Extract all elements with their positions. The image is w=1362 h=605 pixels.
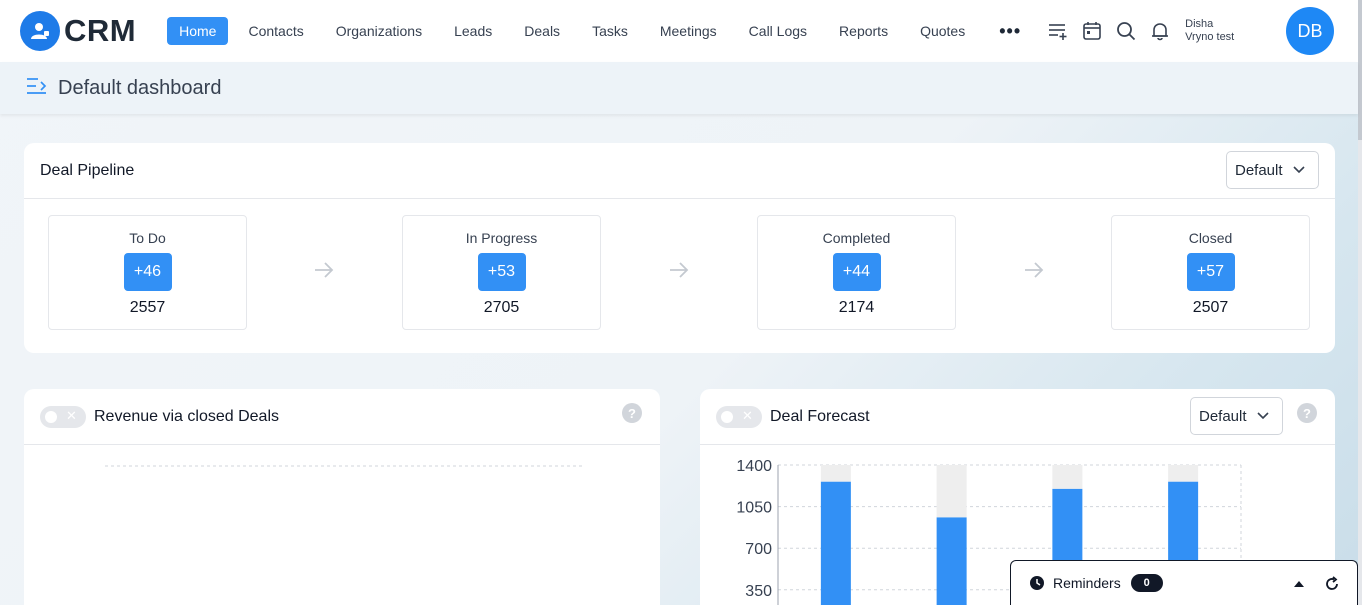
top-navigation: CRM Home Contacts Organizations Leads De… <box>0 0 1358 62</box>
reminders-count-badge: 0 <box>1130 574 1163 592</box>
user-name: Disha Vryno test <box>1185 18 1234 44</box>
stage-completed[interactable]: Completed +44 2174 <box>757 215 956 330</box>
stage-badge: +53 <box>477 253 526 291</box>
nav-leads[interactable]: Leads <box>442 17 504 45</box>
stage-closed[interactable]: Closed +57 2507 <box>1111 215 1310 330</box>
stage-badge: +44 <box>832 253 881 291</box>
dashboard-header: Default dashboard <box>0 62 1358 114</box>
scrollbar-thumb[interactable] <box>1358 0 1362 140</box>
calendar-icon[interactable] <box>1075 16 1109 46</box>
user-second-line: Vryno test <box>1185 31 1235 43</box>
arrow-right-icon <box>1025 262 1044 278</box>
arrow-right-icon <box>315 262 334 278</box>
deal-pipeline-header: Deal Pipeline Default <box>24 143 1335 199</box>
stage-count: 2507 <box>1192 299 1229 316</box>
more-menu-icon[interactable]: ••• <box>999 21 1021 42</box>
y-tick-label: 700 <box>745 541 772 558</box>
nav-quotes[interactable]: Quotes <box>908 17 977 45</box>
pipeline-filter-dropdown[interactable]: Default <box>1226 151 1319 189</box>
nav-contacts[interactable]: Contacts <box>236 17 315 45</box>
sidebar-toggle-icon[interactable] <box>26 77 48 100</box>
y-tick-label: 1050 <box>736 500 772 517</box>
logo-text: CRM <box>64 13 137 48</box>
forecast-bar-remainder <box>820 465 851 482</box>
user-logo-icon <box>20 11 60 51</box>
toggle-knob <box>721 410 733 423</box>
stage-count: 2557 <box>129 299 166 316</box>
avatar[interactable]: DB <box>1286 7 1334 55</box>
nav-reports[interactable]: Reports <box>827 17 900 45</box>
nav-icon-group <box>1041 16 1177 46</box>
revenue-chart-area <box>105 465 584 467</box>
help-icon[interactable]: ? <box>1297 403 1317 423</box>
stage-badge: +57 <box>1186 253 1235 291</box>
nav-meetings[interactable]: Meetings <box>648 17 729 45</box>
add-list-icon[interactable] <box>1041 16 1075 46</box>
page-title: Default dashboard <box>58 76 222 99</box>
stage-badge: +46 <box>123 253 172 291</box>
close-icon: ✕ <box>742 407 753 423</box>
forecast-bar <box>936 517 967 605</box>
nav-menu: Home Contacts Organizations Leads Deals … <box>167 17 985 45</box>
y-tick-label: 350 <box>745 583 772 600</box>
stage-label: In Progress <box>465 230 538 246</box>
stage-label: Closed <box>1188 230 1233 246</box>
nav-tasks[interactable]: Tasks <box>580 17 640 45</box>
clock-icon <box>1030 576 1044 590</box>
refresh-icon[interactable] <box>1324 576 1340 592</box>
nav-organizations[interactable]: Organizations <box>324 17 434 45</box>
chevron-down-icon <box>1256 412 1269 420</box>
toggle-knob <box>45 410 57 423</box>
stage-count: 2705 <box>483 299 520 316</box>
search-icon[interactable] <box>1109 16 1143 46</box>
stage-label: Completed <box>822 230 891 246</box>
revenue-card-title: Revenue via closed Deals <box>94 407 279 425</box>
forecast-bar-remainder <box>936 465 967 518</box>
nav-deals[interactable]: Deals <box>512 17 572 45</box>
reminders-label: Reminders <box>1053 575 1121 591</box>
help-icon[interactable]: ? <box>622 403 642 423</box>
reminders-panel[interactable]: Reminders 0 <box>1010 560 1358 605</box>
close-icon: ✕ <box>66 407 77 423</box>
stage-todo[interactable]: To Do +46 2557 <box>48 215 247 330</box>
nav-home[interactable]: Home <box>167 17 229 45</box>
forecast-filter-value: Default <box>1199 407 1247 425</box>
caret-up-icon[interactable] <box>1293 580 1305 588</box>
revenue-card-header: ✕ Revenue via closed Deals ? <box>24 389 660 445</box>
deal-pipeline-card: Deal Pipeline Default To Do +46 2557 In … <box>24 143 1335 353</box>
pipeline-filter-value: Default <box>1235 161 1283 179</box>
forecast-bar-remainder <box>1052 465 1083 489</box>
forecast-bar <box>820 481 851 605</box>
stage-label: To Do <box>129 230 166 246</box>
arrow-right-icon <box>670 262 689 278</box>
deal-forecast-header: ✕ Deal Forecast Default ? <box>700 389 1335 445</box>
stage-count: 2174 <box>838 299 875 316</box>
forecast-toggle[interactable]: ✕ <box>716 405 762 428</box>
deal-pipeline-title: Deal Pipeline <box>40 161 135 179</box>
revenue-toggle[interactable]: ✕ <box>40 405 86 428</box>
nav-call-logs[interactable]: Call Logs <box>737 17 819 45</box>
deal-forecast-title: Deal Forecast <box>770 407 870 425</box>
stage-in-progress[interactable]: In Progress +53 2705 <box>402 215 601 330</box>
user-first-line: Disha <box>1185 18 1214 30</box>
chevron-down-icon <box>1292 166 1305 174</box>
app-logo[interactable]: CRM <box>20 11 136 51</box>
revenue-card: ✕ Revenue via closed Deals ? <box>24 389 660 605</box>
forecast-bar-remainder <box>1168 465 1199 482</box>
bell-icon[interactable] <box>1143 16 1177 46</box>
y-tick-label: 1400 <box>736 458 772 475</box>
forecast-filter-dropdown[interactable]: Default <box>1190 397 1283 435</box>
